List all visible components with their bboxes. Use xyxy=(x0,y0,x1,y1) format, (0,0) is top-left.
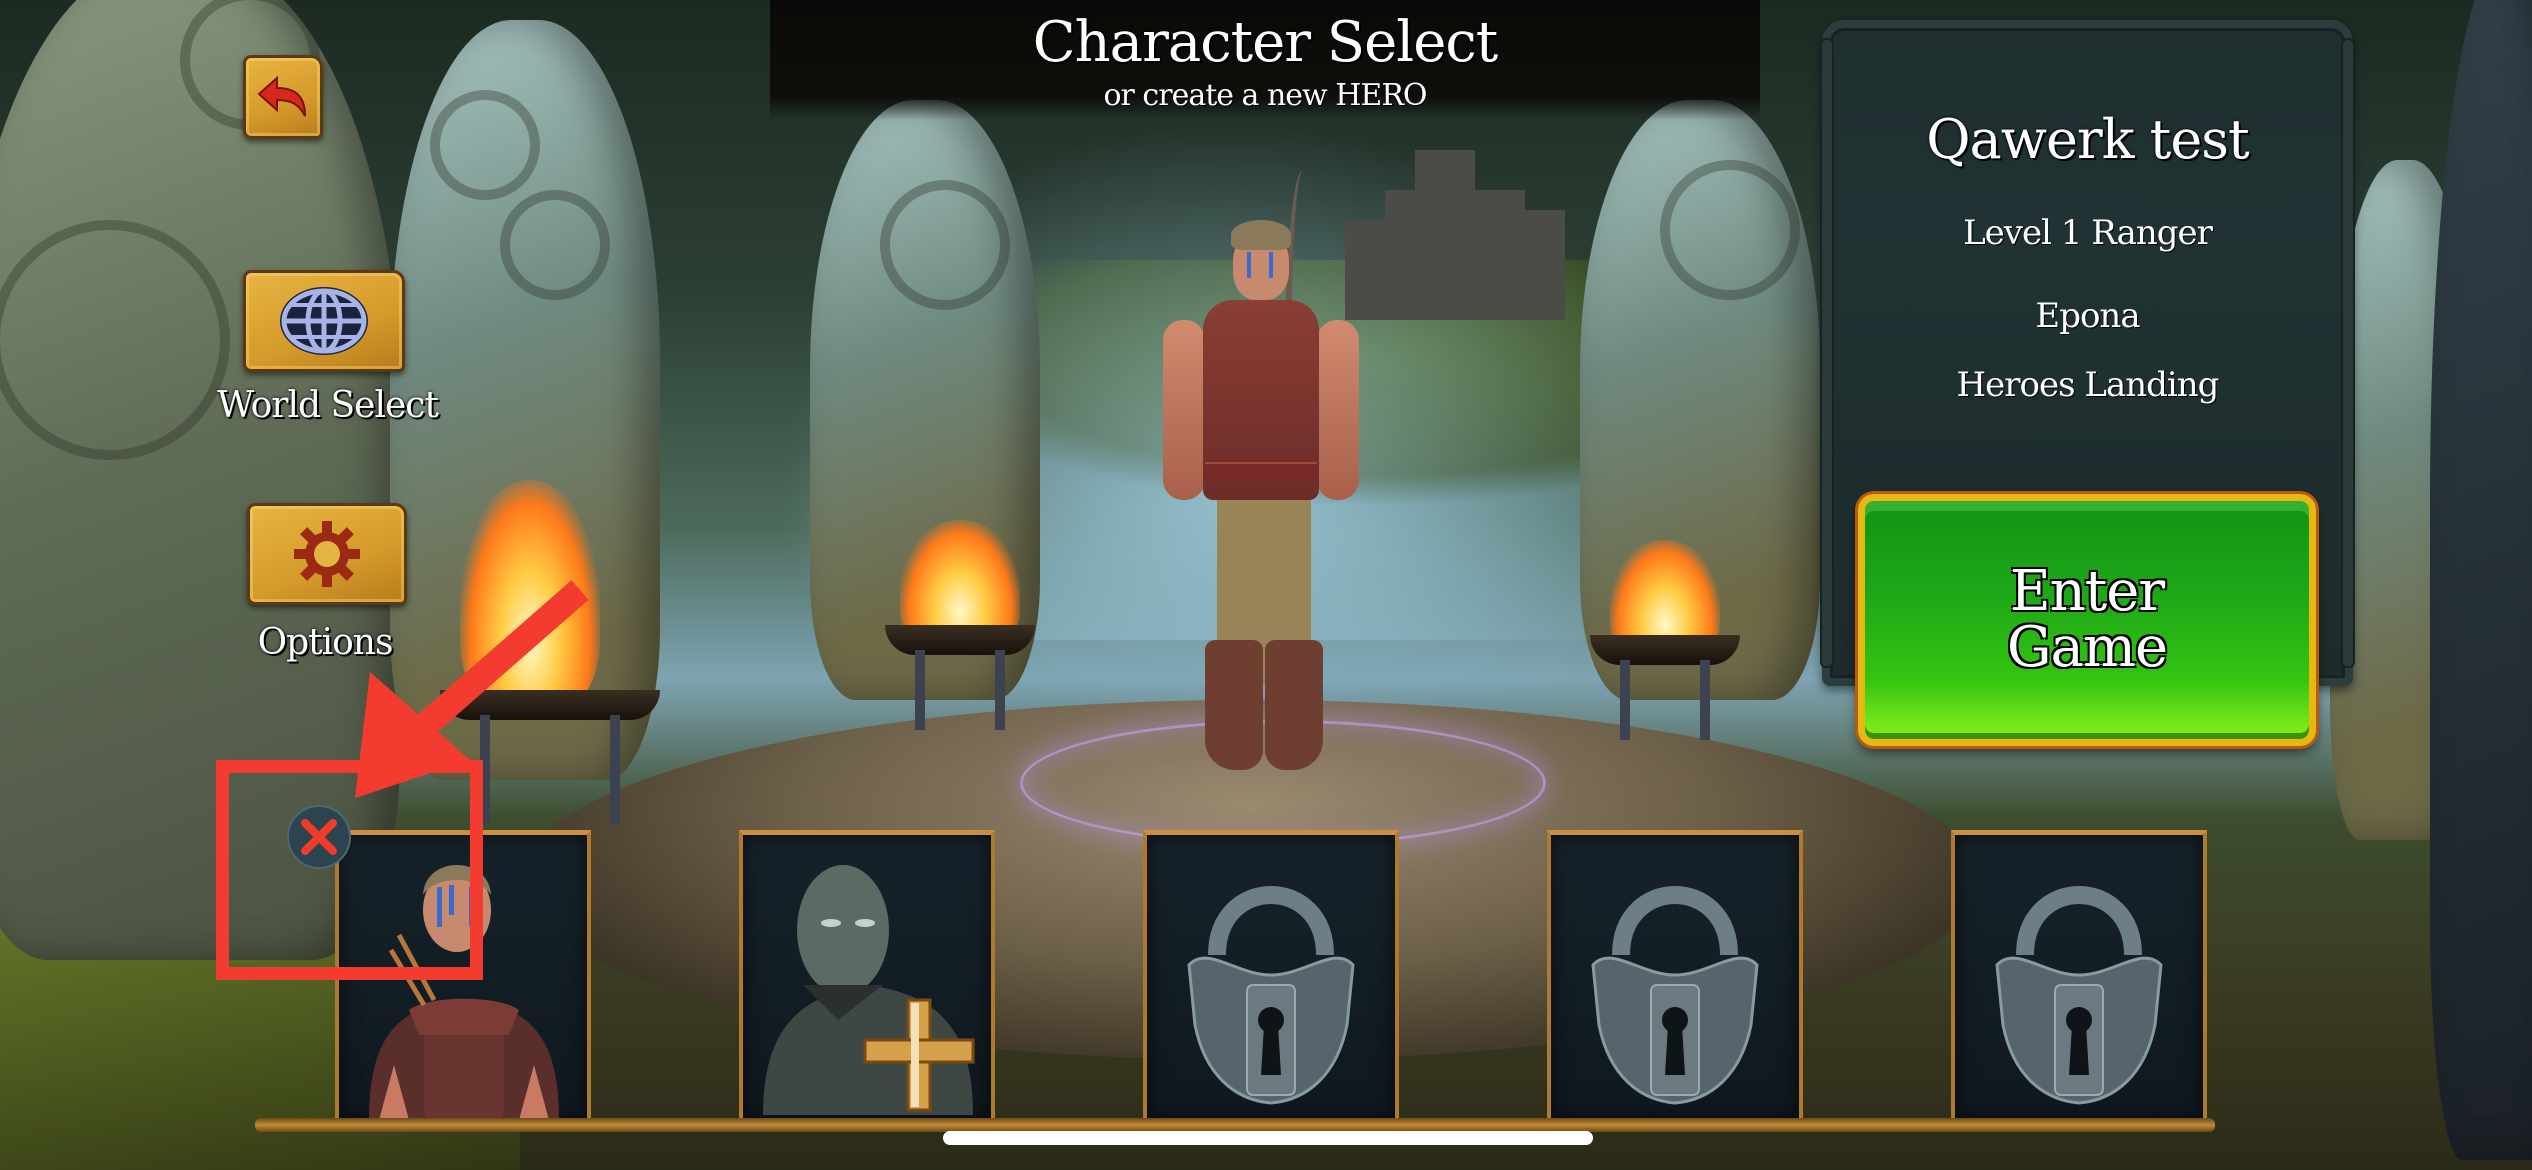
enter-game-label: Enter Game xyxy=(2006,559,2168,680)
padlock-icon xyxy=(1995,886,2163,1105)
character-level-class: Level 1 Ranger xyxy=(1963,213,2213,253)
page-title: Character Select xyxy=(1032,10,1498,75)
brazier-center-left xyxy=(885,625,1035,655)
back-arrow-icon xyxy=(257,75,306,117)
back-button[interactable] xyxy=(243,55,323,139)
brazier-left xyxy=(440,690,660,720)
character-slot-5-locked[interactable] xyxy=(1951,830,2207,1120)
brazier-leg xyxy=(915,650,925,730)
home-indicator[interactable] xyxy=(943,1131,1593,1145)
brazier-leg xyxy=(995,650,1005,730)
world-select-button[interactable] xyxy=(243,270,405,372)
world-select-label: World Select xyxy=(217,385,439,426)
options-button[interactable] xyxy=(247,503,407,605)
padlock-icon xyxy=(1187,886,1355,1105)
globe-icon xyxy=(280,287,368,355)
gear-icon xyxy=(294,521,360,587)
annotation-highlight-box xyxy=(216,760,483,980)
character-slot-2-create-new[interactable] xyxy=(739,830,995,1120)
brazier-leg xyxy=(1700,660,1710,740)
padlock-icon xyxy=(1591,886,1759,1105)
character-world: Epona xyxy=(2035,296,2140,336)
enter-game-button[interactable]: Enter Game xyxy=(1858,494,2316,746)
title-banner: Character Select or create a new HERO xyxy=(770,0,1760,120)
character-slots-bar xyxy=(255,820,2215,1132)
slot-bar-rail xyxy=(255,1118,2215,1132)
hero-character-model[interactable] xyxy=(1145,170,1385,780)
options-label: Options xyxy=(257,622,394,663)
brazier-leg xyxy=(1620,660,1630,740)
character-slot-4-locked[interactable] xyxy=(1547,830,1803,1120)
character-slot-3-locked[interactable] xyxy=(1143,830,1399,1120)
new-hero-plus-icon xyxy=(763,865,975,1115)
page-subtitle: or create a new HERO xyxy=(1103,78,1427,113)
character-name: Qawerk test xyxy=(1926,108,2249,171)
brazier-fire-left xyxy=(460,480,600,710)
character-location: Heroes Landing xyxy=(1956,365,2220,405)
brazier-center-right xyxy=(1590,635,1740,665)
carved-stone-dark-right xyxy=(2430,0,2532,1160)
brazier-leg xyxy=(610,715,620,825)
